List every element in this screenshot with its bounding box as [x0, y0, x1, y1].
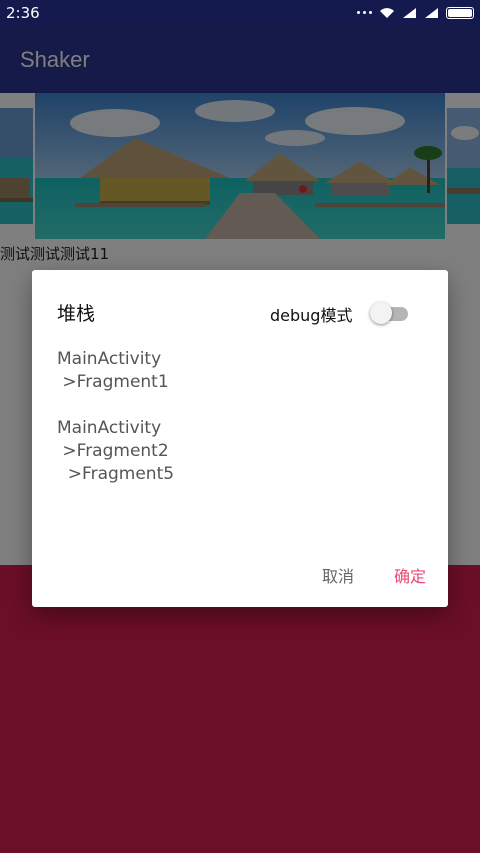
debug-mode-label: debug模式 — [270, 306, 353, 325]
stack-line: >Fragment2 — [57, 441, 169, 461]
wifi-icon — [380, 7, 394, 18]
stack-entry: MainActivity >Fragment2 >Fragment5 — [57, 417, 427, 486]
status-time: 2:36 — [6, 4, 40, 22]
debug-mode-switch[interactable] — [370, 302, 410, 324]
stack-list: MainActivity >Fragment1 MainActivity >Fr… — [57, 348, 427, 509]
stack-line: >Fragment5 — [57, 464, 175, 484]
ok-button[interactable]: 确定 — [394, 563, 426, 587]
dialog-actions: 取消 确定 — [322, 563, 426, 587]
stack-line: MainActivity — [57, 418, 162, 438]
stack-dialog: 堆栈 debug模式 MainActivity >Fragment1 MainA… — [32, 270, 448, 607]
dialog-title: 堆栈 — [57, 303, 96, 325]
switch-thumb — [370, 302, 392, 324]
cancel-button[interactable]: 取消 — [322, 563, 354, 587]
stack-entry: MainActivity >Fragment1 — [57, 348, 427, 394]
stack-line: MainActivity — [57, 349, 162, 369]
status-bar: 2:36 — [0, 0, 480, 25]
more-dots-icon — [357, 11, 372, 14]
status-icons — [357, 0, 474, 25]
battery-icon — [446, 6, 474, 19]
signal-icon — [403, 7, 416, 18]
signal-icon-2 — [425, 7, 438, 18]
stack-line: >Fragment1 — [57, 372, 169, 392]
